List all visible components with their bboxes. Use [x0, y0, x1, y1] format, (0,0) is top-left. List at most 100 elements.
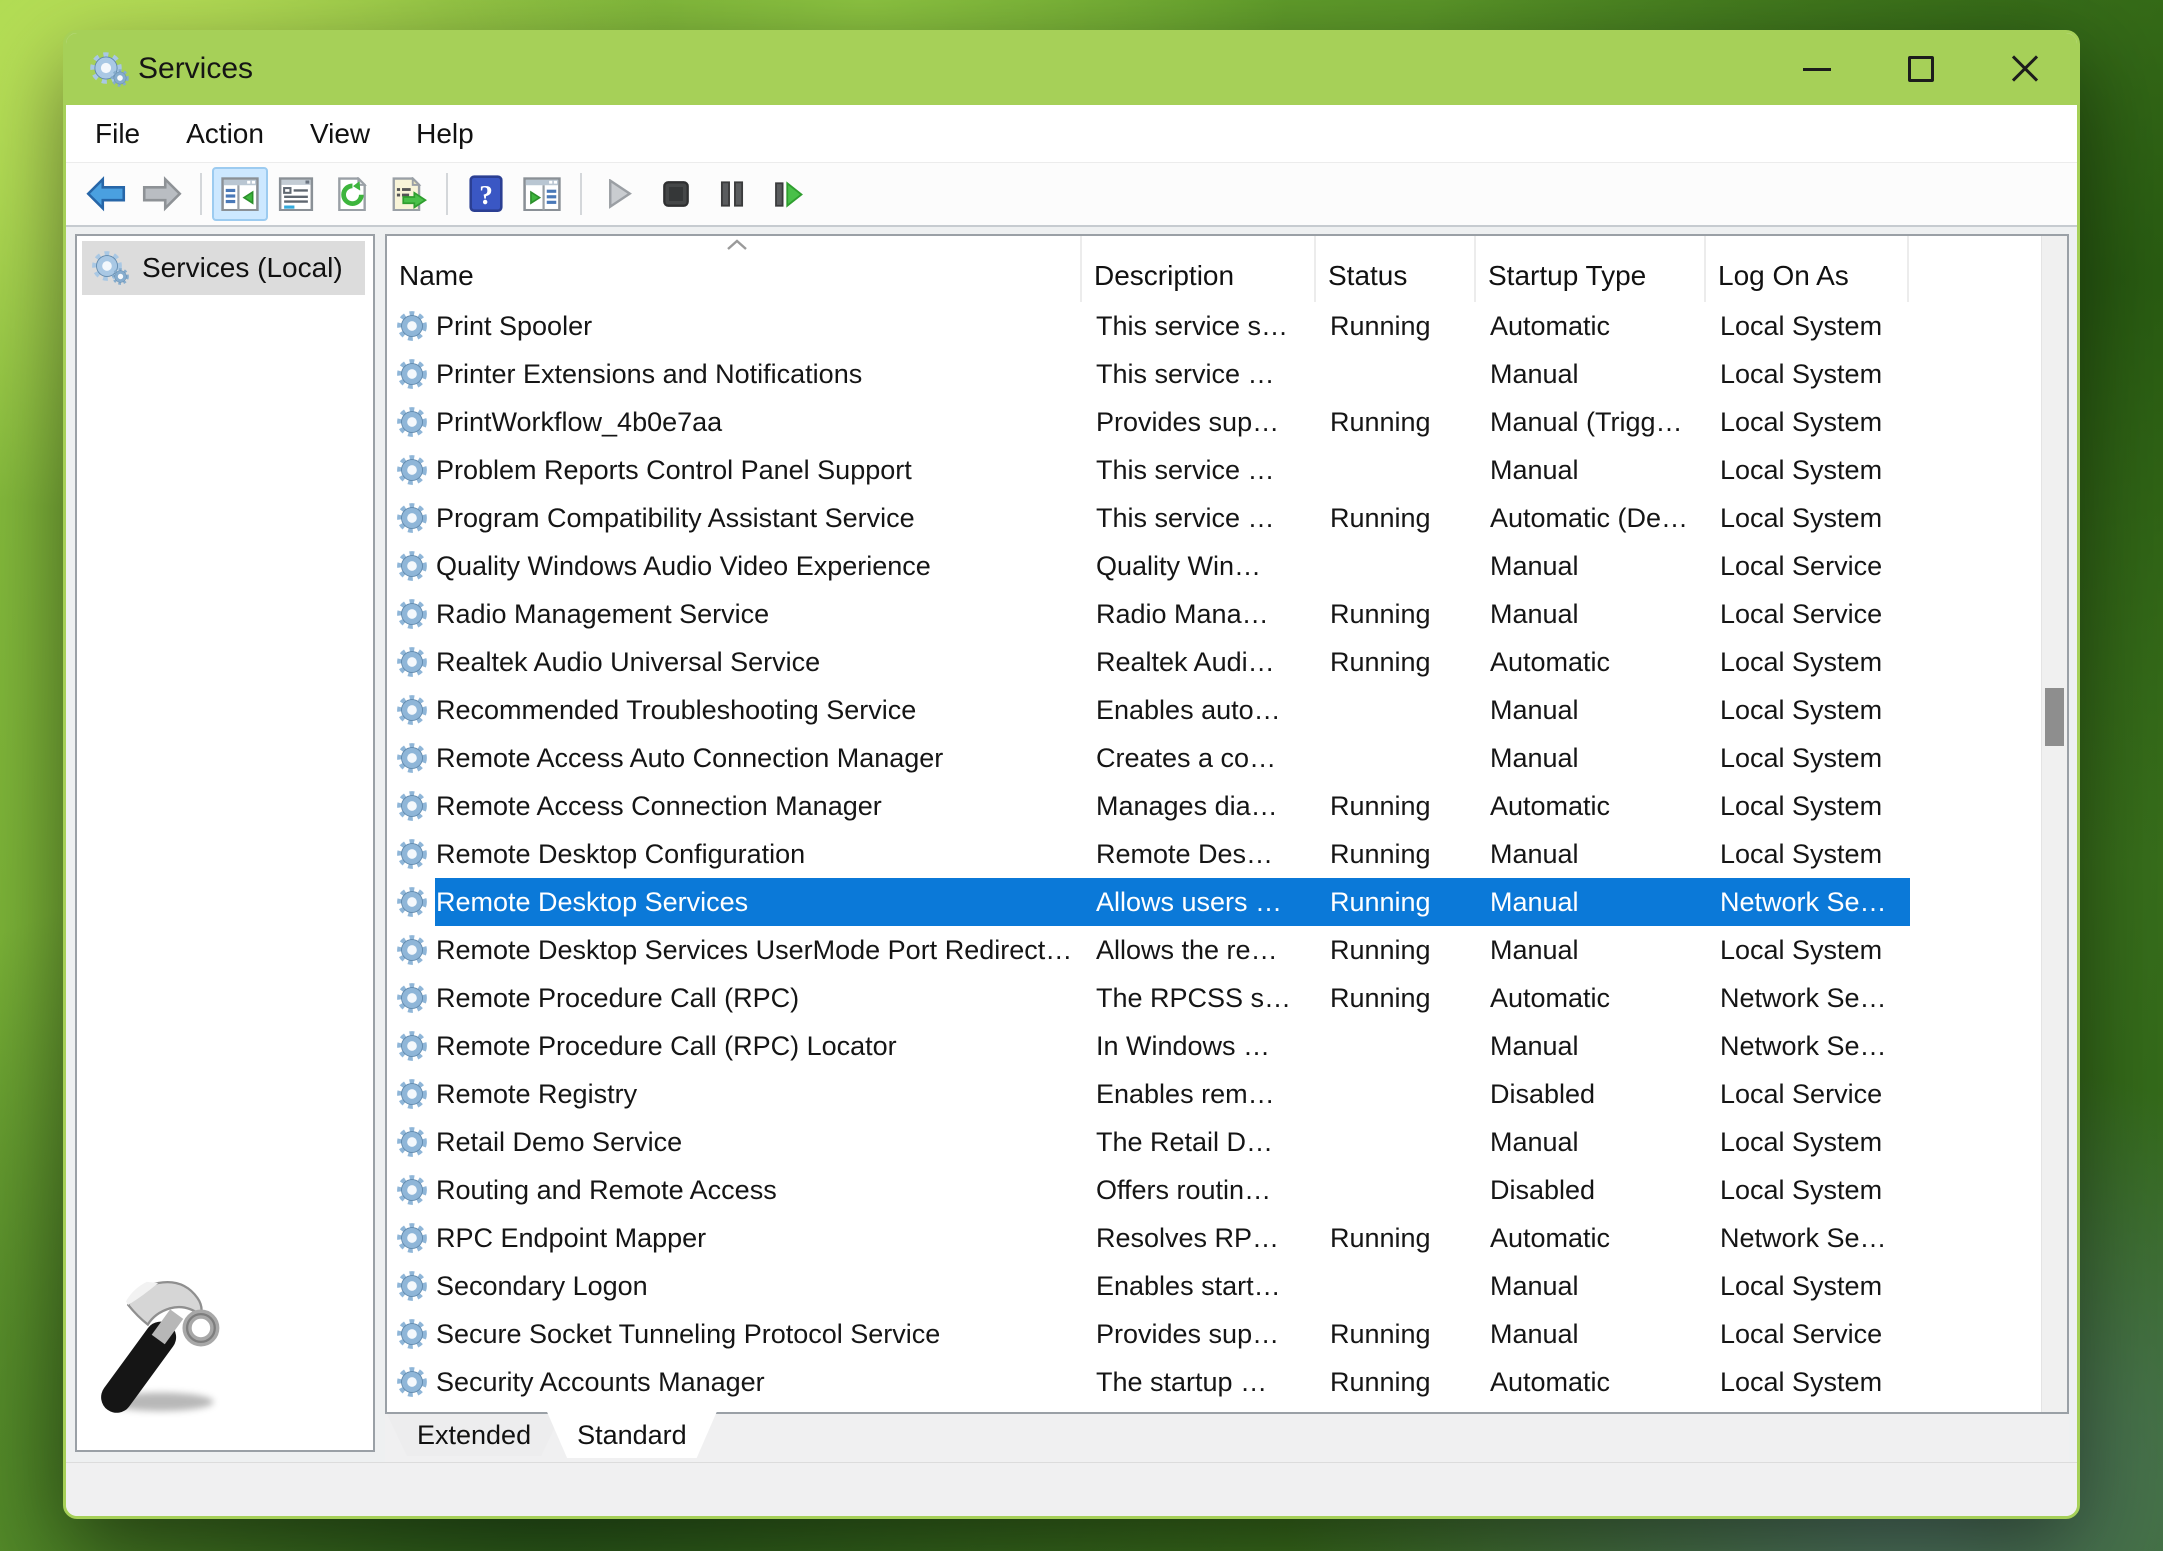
minimize-button[interactable] — [1765, 33, 1869, 105]
service-status-cell — [1316, 1166, 1476, 1214]
forward-button[interactable] — [134, 167, 190, 221]
service-gear-icon — [395, 1365, 429, 1399]
column-header-description[interactable]: Description — [1082, 236, 1316, 302]
service-row[interactable]: Printer Extensions and Notifications Thi… — [387, 350, 2067, 398]
service-description-cell: The Retail D… — [1082, 1118, 1316, 1166]
pause-service-button[interactable] — [704, 167, 760, 221]
service-log-on-as-cell: Network Se… — [1706, 1022, 1909, 1070]
service-name-cell: Remote Procedure Call (RPC) Locator — [387, 1022, 1082, 1070]
service-log-on-as-cell: Local System — [1706, 1166, 1909, 1214]
help-button[interactable]: ? — [458, 167, 514, 221]
show-action-pane-icon — [523, 177, 561, 212]
service-name-cell: Realtek Audio Universal Service — [387, 638, 1082, 686]
window-title: Services — [138, 52, 253, 86]
stop-service-button[interactable] — [648, 167, 704, 221]
service-startup-type-cell: Manual — [1476, 1262, 1706, 1310]
service-description-cell: This service … — [1082, 494, 1316, 542]
service-row[interactable]: Remote Procedure Call (RPC) Locator In W… — [387, 1022, 2067, 1070]
service-row[interactable]: Problem Reports Control Panel Support Th… — [387, 446, 2067, 494]
vertical-scrollbar[interactable] — [2041, 236, 2067, 1412]
service-table-body: Print Spooler This service s… Running Au… — [387, 302, 2067, 1414]
service-name-cell: Routing and Remote Access — [387, 1166, 1082, 1214]
service-name-cell: Remote Access Connection Manager — [387, 782, 1082, 830]
service-gear-icon — [395, 645, 429, 679]
scrollbar-thumb[interactable] — [2045, 688, 2064, 746]
menu-view[interactable]: View — [287, 118, 393, 150]
column-header-startup-type[interactable]: Startup Type — [1476, 236, 1706, 302]
sort-ascending-indicator — [725, 238, 749, 251]
column-header-log-on-as[interactable]: Log On As — [1706, 236, 1909, 302]
service-row[interactable]: Security Accounts Manager The startup … … — [387, 1358, 2067, 1406]
content-area: Services (Local) Name Description S — [66, 227, 2077, 1462]
service-description-cell: Enables rem… — [1082, 1070, 1316, 1118]
service-row[interactable]: Program Compatibility Assistant Service … — [387, 494, 2067, 542]
service-row[interactable]: RPC Endpoint Mapper Resolves RP… Running… — [387, 1214, 2067, 1262]
service-row[interactable]: Remote Access Connection Manager Manages… — [387, 782, 2067, 830]
maximize-button[interactable] — [1869, 33, 1973, 105]
service-row[interactable]: Routing and Remote Access Offers routin…… — [387, 1166, 2067, 1214]
sidebar-item-services-local[interactable]: Services (Local) — [82, 241, 365, 295]
tab-extended[interactable]: Extended — [387, 1414, 561, 1456]
service-gear-icon — [395, 741, 429, 775]
show-action-pane-button[interactable] — [514, 167, 570, 221]
menu-action[interactable]: Action — [163, 118, 287, 150]
service-startup-type-cell: Automatic — [1476, 638, 1706, 686]
close-button[interactable] — [1973, 33, 2077, 105]
service-name-cell: Remote Desktop Services UserMode Port Re… — [387, 926, 1082, 974]
service-gear-icon — [395, 1077, 429, 1111]
service-row[interactable]: Remote Desktop Services UserMode Port Re… — [387, 926, 2067, 974]
services-node-icon — [90, 247, 132, 289]
minimize-icon — [1803, 68, 1831, 71]
service-row[interactable]: Secondary Logon Enables start… Manual Lo… — [387, 1262, 2067, 1310]
service-description-cell: Creates a co… — [1082, 734, 1316, 782]
service-row[interactable]: Secure Socket Tunneling Protocol Service… — [387, 1310, 2067, 1358]
service-log-on-as-cell: Local System — [1706, 302, 1909, 350]
refresh-button[interactable] — [324, 167, 380, 221]
service-gear-icon — [395, 933, 429, 967]
show-console-tree-button[interactable] — [212, 167, 268, 221]
service-startup-type-cell: Manual — [1476, 878, 1706, 926]
service-row[interactable]: Recommended Troubleshooting Service Enab… — [387, 686, 2067, 734]
service-description-cell: The RPCSS s… — [1082, 974, 1316, 1022]
service-row[interactable]: Retail Demo Service The Retail D… Manual… — [387, 1118, 2067, 1166]
service-description-cell: Quality Win… — [1082, 542, 1316, 590]
service-row[interactable]: Radio Management Service Radio Mana… Run… — [387, 590, 2067, 638]
services-list-pane: Name Description Status Startup Type Log… — [385, 234, 2069, 1414]
service-name-cell: Secondary Logon — [387, 1262, 1082, 1310]
service-row[interactable]: Remote Desktop Configuration Remote Des…… — [387, 830, 2067, 878]
service-description-cell: This service … — [1082, 350, 1316, 398]
service-status-cell — [1316, 446, 1476, 494]
refresh-icon — [333, 177, 371, 212]
service-row[interactable]: Quality Windows Audio Video Experience Q… — [387, 542, 2067, 590]
back-button[interactable] — [78, 167, 134, 221]
service-row[interactable]: Remote Registry Enables rem… Disabled Lo… — [387, 1070, 2067, 1118]
service-row[interactable]: Remote Procedure Call (RPC) The RPCSS s…… — [387, 974, 2067, 1022]
service-name-cell: Remote Procedure Call (RPC) — [387, 974, 1082, 1022]
properties-button[interactable] — [268, 167, 324, 221]
service-gear-icon — [395, 309, 429, 343]
service-row[interactable]: Remote Desktop Services Allows users … R… — [387, 878, 2067, 926]
details-pane: Name Description Status Startup Type Log… — [385, 234, 2069, 1462]
export-list-button[interactable] — [380, 167, 436, 221]
service-name-cell: Radio Management Service — [387, 590, 1082, 638]
service-gear-icon — [395, 885, 429, 919]
service-log-on-as-cell: Local System — [1706, 1118, 1909, 1166]
menu-help[interactable]: Help — [393, 118, 497, 150]
service-row[interactable]: Realtek Audio Universal Service Realtek … — [387, 638, 2067, 686]
service-description-cell: Manages dia… — [1082, 782, 1316, 830]
start-service-button[interactable] — [592, 167, 648, 221]
service-row[interactable]: PrintWorkflow_4b0e7aa Provides sup… Runn… — [387, 398, 2067, 446]
service-status-cell: Running — [1316, 590, 1476, 638]
service-status-cell: Running — [1316, 494, 1476, 542]
menu-file[interactable]: File — [72, 118, 163, 150]
restart-service-button[interactable] — [760, 167, 816, 221]
service-log-on-as-cell: Local Service — [1706, 590, 1909, 638]
service-description-cell: In Windows … — [1082, 1022, 1316, 1070]
service-status-cell: Running — [1316, 398, 1476, 446]
service-row[interactable]: Remote Access Auto Connection Manager Cr… — [387, 734, 2067, 782]
column-header-status[interactable]: Status — [1316, 236, 1476, 302]
service-name-cell: PrintWorkflow_4b0e7aa — [387, 398, 1082, 446]
service-row[interactable]: Print Spooler This service s… Running Au… — [387, 302, 2067, 350]
tab-standard[interactable]: Standard — [547, 1412, 717, 1458]
service-startup-type-cell: Manual — [1476, 1022, 1706, 1070]
